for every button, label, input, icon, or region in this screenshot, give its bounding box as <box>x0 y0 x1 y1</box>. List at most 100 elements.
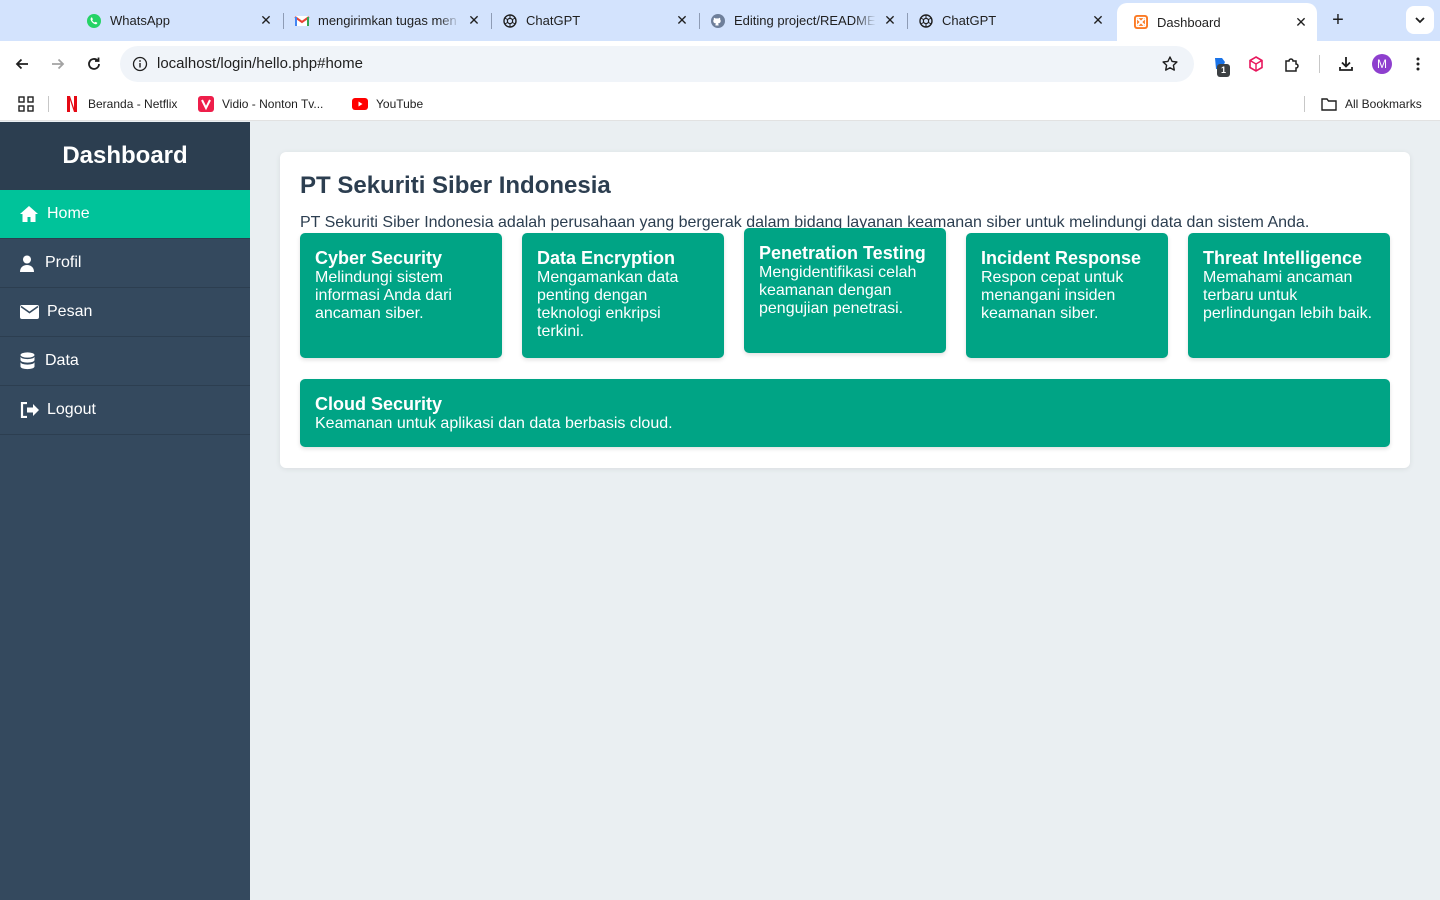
tab-title: Dashboard <box>1157 14 1221 30</box>
bookmark-youtube[interactable]: YouTube <box>352 95 423 113</box>
sidebar-title: Dashboard <box>0 122 250 190</box>
extension-button-2[interactable] <box>1244 52 1268 76</box>
browser-menu-button[interactable] <box>1406 52 1430 76</box>
folder-icon <box>1321 96 1337 112</box>
close-icon[interactable]: ✕ <box>674 12 690 29</box>
service-description: Respon cepat untuk menangani insiden kea… <box>981 269 1124 322</box>
netflix-icon <box>64 96 80 112</box>
bookmarks-bar: Beranda - Netflix Vidio - Nonton Tv... Y… <box>0 87 1440 121</box>
close-icon[interactable]: ✕ <box>1090 12 1106 29</box>
tab-whatsapp[interactable]: WhatsApp ✕ <box>70 0 282 41</box>
github-icon <box>710 13 726 29</box>
service-title: Data Encryption <box>537 248 676 268</box>
bookmark-label: Beranda - Netflix <box>88 97 178 111</box>
tab-dashboard[interactable]: Dashboard ✕ <box>1117 3 1317 41</box>
arrow-right-icon <box>52 58 65 70</box>
sidebar-item-logout[interactable]: Logout <box>0 386 250 435</box>
gmail-icon <box>294 13 310 29</box>
tab-search-button[interactable] <box>1406 6 1434 34</box>
extensions-menu-button[interactable] <box>1280 52 1304 76</box>
arrow-left-icon <box>15 58 28 70</box>
downloads-button[interactable] <box>1334 52 1358 76</box>
sidebar: Dashboard Home Profil Pesan Data Logout <box>0 122 250 900</box>
user-icon <box>19 253 35 273</box>
reload-icon <box>88 57 100 70</box>
puzzle-icon <box>1285 58 1299 72</box>
site-info-icon[interactable] <box>128 52 152 76</box>
tab-title: mengirimkan tugas men <box>318 13 457 28</box>
page-title: PT Sekuriti Siber Indonesia <box>300 172 611 199</box>
chevron-down-icon <box>1415 17 1425 24</box>
close-icon[interactable]: ✕ <box>466 12 482 29</box>
forward-button[interactable] <box>46 52 70 76</box>
tab-title: WhatsApp <box>110 13 170 28</box>
sidebar-item-pesan[interactable]: Pesan <box>0 288 250 337</box>
profile-avatar[interactable]: M <box>1372 54 1392 74</box>
tab-title: Editing project/README <box>734 13 876 28</box>
sidebar-item-label: Home <box>47 205 90 222</box>
back-button[interactable] <box>10 52 34 76</box>
browser-toolbar: localhost/login/hello.php#home 1 M <box>0 41 1440 87</box>
url-text[interactable]: localhost/login/hello.php#home <box>157 55 363 72</box>
bookmark-label: Vidio - Nonton Tv... <box>222 97 324 111</box>
company-card: PT Sekuriti Siber Indonesia PT Sekuriti … <box>280 152 1410 468</box>
service-description: Mengidentifikasi celah keamanan dengan p… <box>759 264 917 317</box>
bookmark-label: YouTube <box>376 97 424 111</box>
close-icon[interactable]: ✕ <box>1293 14 1309 30</box>
whatsapp-icon <box>86 13 102 29</box>
all-bookmarks-label: All Bookmarks <box>1345 97 1422 111</box>
service-card-penetration-testing: Penetration Testing Mengidentifikasi cel… <box>744 228 946 353</box>
bookmarks-divider <box>1304 96 1305 112</box>
toolbar-divider <box>1319 55 1320 73</box>
home-icon <box>19 204 39 224</box>
close-icon[interactable]: ✕ <box>882 12 898 29</box>
tab-chatgpt-2[interactable]: ChatGPT ✕ <box>902 0 1114 41</box>
service-description: Mengamankan data penting dengan teknolog… <box>537 269 679 340</box>
service-title: Cloud Security <box>315 394 443 414</box>
service-title: Cyber Security <box>315 248 443 268</box>
new-tab-button[interactable]: + <box>1326 9 1350 33</box>
all-bookmarks-button[interactable]: All Bookmarks <box>1321 95 1422 113</box>
tab-chatgpt[interactable]: ChatGPT ✕ <box>486 0 698 41</box>
service-card-cyber-security: Cyber Security Melindungi sistem informa… <box>300 233 502 358</box>
tab-github[interactable]: Editing project/README ✕ <box>694 0 906 41</box>
sidebar-item-home[interactable]: Home <box>0 190 250 239</box>
bookmark-netflix[interactable]: Beranda - Netflix <box>64 95 177 113</box>
openai-icon <box>502 13 518 29</box>
bookmark-star-icon[interactable] <box>1158 52 1182 76</box>
bookmarks-divider <box>48 96 49 112</box>
service-title: Incident Response <box>981 248 1142 268</box>
apps-button[interactable] <box>18 95 34 113</box>
database-icon <box>19 351 35 371</box>
service-title: Penetration Testing <box>759 243 926 263</box>
reload-button[interactable] <box>82 52 106 76</box>
sidebar-item-data[interactable]: Data <box>0 337 250 386</box>
openai-icon <box>918 13 934 29</box>
bookmark-vidio[interactable]: Vidio - Nonton Tv... <box>198 95 323 113</box>
tab-strip: WhatsApp ✕ mengirimkan tugas men ✕ ChatG… <box>0 0 1440 41</box>
youtube-icon <box>352 96 368 112</box>
vidio-icon <box>198 96 214 112</box>
close-icon[interactable]: ✕ <box>258 12 274 29</box>
service-card-data-encryption: Data Encryption Mengamankan data penting… <box>522 233 724 358</box>
extension-button[interactable]: 1 <box>1208 52 1232 77</box>
xampp-icon <box>1133 14 1149 30</box>
service-title: Threat Intelligence <box>1203 248 1363 268</box>
sidebar-item-profil[interactable]: Profil <box>0 239 250 288</box>
sidebar-item-label: Logout <box>47 401 96 418</box>
apps-grid-icon <box>18 96 34 112</box>
address-bar[interactable]: localhost/login/hello.php#home <box>120 46 1194 82</box>
tab-title: ChatGPT <box>942 13 997 28</box>
sidebar-item-label: Pesan <box>47 303 93 320</box>
service-card-incident-response: Incident Response Respon cepat untuk men… <box>966 233 1168 358</box>
tab-title: ChatGPT <box>526 13 581 28</box>
service-description: Melindungi sistem informasi Anda dari an… <box>315 269 452 322</box>
sidebar-item-label: Profil <box>45 254 82 271</box>
service-card-cloud-security: Cloud Security Keamanan untuk aplikasi d… <box>300 379 1390 447</box>
service-description: Memahami ancaman terbaru untuk perlindun… <box>1203 269 1373 322</box>
cube-extension-icon <box>1249 56 1263 72</box>
tab-gmail[interactable]: mengirimkan tugas men ✕ <box>278 0 490 41</box>
extension-badge: 1 <box>1217 64 1230 77</box>
download-icon <box>1339 57 1353 71</box>
service-card-threat-intelligence: Threat Intelligence Memahami ancaman ter… <box>1188 233 1390 358</box>
